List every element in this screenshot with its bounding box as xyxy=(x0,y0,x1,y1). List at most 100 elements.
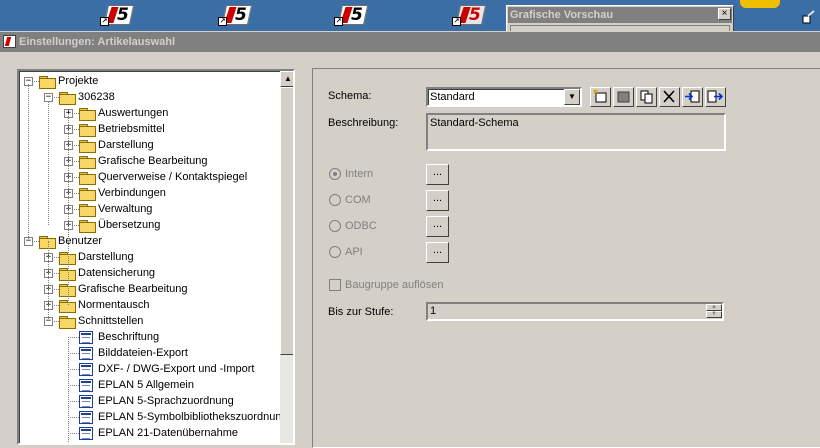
tree-leaf-item[interactable]: Beschriftung xyxy=(20,329,278,345)
tree-folder-item[interactable]: + Darstellung xyxy=(20,137,278,153)
tree-folder-item[interactable]: + Betriebsmittel xyxy=(20,121,278,137)
tree-connector xyxy=(48,241,49,321)
copy-schema-icon xyxy=(640,90,653,104)
tree-folder-item[interactable]: − Benutzer xyxy=(20,233,278,249)
folder-icon xyxy=(79,140,96,153)
folder-icon xyxy=(59,92,76,105)
radio-odbc-label: ODBC xyxy=(345,220,377,232)
schema-label: Schema: xyxy=(328,90,372,102)
export-schema-icon xyxy=(707,90,724,103)
scroll-up-button[interactable]: ▲ xyxy=(280,71,293,87)
tree-folder-item[interactable]: + Verwaltung xyxy=(20,201,278,217)
import-schema-button[interactable] xyxy=(682,87,703,107)
schema-select[interactable]: Standard ▼ xyxy=(426,87,582,107)
eplan5-shortcut-icon[interactable]: 5 ↗ xyxy=(334,4,369,28)
tree-connector xyxy=(68,337,79,338)
new-schema-button[interactable] xyxy=(590,87,611,107)
folder-icon xyxy=(79,204,96,217)
export-schema-button[interactable] xyxy=(705,87,726,107)
tree-connector xyxy=(68,337,69,443)
tree-folder-item[interactable]: + Grafische Bearbeitung xyxy=(20,153,278,169)
document-icon xyxy=(79,379,93,392)
tree-item-label: Schnittstellen xyxy=(78,315,144,327)
tree-item-label: Querverweise / Kontaktspiegel xyxy=(98,171,248,183)
tree-folder-item[interactable]: + Querverweise / Kontaktspiegel xyxy=(20,169,278,185)
tree-folder-item[interactable]: + Datensicherung xyxy=(20,265,278,281)
tree-item-label: Datensicherung xyxy=(78,267,156,279)
tree-leaf-item[interactable]: DXF- / DWG-Export und -Import xyxy=(20,361,278,377)
folder-icon xyxy=(79,172,96,185)
browse-intern-button[interactable]: ... xyxy=(426,164,449,185)
tree-item-label: Betriebsmittel xyxy=(98,123,165,135)
eplan5-shortcut-icon[interactable]: 5 ↗ xyxy=(218,4,253,28)
eplan5-shortcut-icon[interactable]: 5 ↗ xyxy=(452,4,487,28)
tree-folder-item[interactable]: + Darstellung xyxy=(20,249,278,265)
tree-leaf-item[interactable]: EPLAN 21-Datenübernahme xyxy=(20,425,278,441)
tree-item-label: Auswertungen xyxy=(98,107,169,119)
scroll-thumb[interactable] xyxy=(280,87,293,355)
tree-item-label: Beschriftung xyxy=(98,331,160,343)
window-titlebar[interactable]: Einstellungen: Artikelauswahl xyxy=(0,31,820,52)
tree-connector xyxy=(68,369,79,370)
tree-item-label: Projekte xyxy=(58,75,99,87)
tree-item-label: EPLAN 5 Allgemein xyxy=(98,379,194,391)
save-schema-icon xyxy=(617,91,630,103)
tree-folder-item[interactable]: − Projekte xyxy=(20,73,278,89)
tree-leaf-item[interactable]: EPLAN 5-Symbolbibliothekszuordnung xyxy=(20,409,280,425)
tree-folder-item[interactable]: + Grafische Bearbeitung xyxy=(20,281,278,297)
vertical-scrollbar[interactable]: ▲ xyxy=(280,71,293,443)
desktop-icon-partial[interactable] xyxy=(740,0,780,8)
folder-icon xyxy=(79,108,96,121)
tree-connector xyxy=(28,84,29,241)
tree-leaf-item[interactable]: Bilddateien-Export xyxy=(20,345,278,361)
tree-folder-item[interactable]: + Verbindungen xyxy=(20,185,278,201)
browse-com-button[interactable]: ... xyxy=(426,190,449,211)
document-icon xyxy=(79,347,93,360)
radio-intern-label: Intern xyxy=(345,168,374,180)
eplan-app-icon xyxy=(3,35,16,48)
level-stepper[interactable]: 1 ▲ ▼ xyxy=(426,302,724,321)
tree-connector xyxy=(48,101,49,225)
level-label: Bis zur Stufe: xyxy=(328,306,394,318)
tree-leaf-item[interactable]: EPLAN 5-Sprachzuordnung xyxy=(20,393,278,409)
description-label: Beschreibung: xyxy=(328,117,399,129)
tree-folder-item[interactable]: + Normentausch xyxy=(20,297,278,313)
radio-api xyxy=(329,246,341,258)
tree-item-label: EPLAN 5-Symbolbibliothekszuordnung xyxy=(98,411,280,423)
tree-folder-item[interactable]: − Schnittstellen xyxy=(20,313,278,329)
tree-item-label: Externe Bearbeitung (Funktionen) xyxy=(98,441,263,443)
copy-schema-button[interactable] xyxy=(636,87,657,107)
save-schema-button[interactable] xyxy=(613,87,634,107)
tree-item-label: Grafische Bearbeitung xyxy=(98,155,208,167)
tree-leaf-item[interactable]: Externe Bearbeitung (Funktionen) xyxy=(20,441,278,443)
folder-icon xyxy=(79,124,96,137)
tree-folder-item[interactable]: + Auswertungen xyxy=(20,105,278,121)
assembly-checkbox xyxy=(329,279,341,291)
tree-item-label: Bilddateien-Export xyxy=(98,347,188,359)
tree-leaf-item[interactable]: EPLAN 5 Allgemein xyxy=(20,377,278,393)
chevron-down-icon[interactable]: ▼ xyxy=(564,89,580,105)
document-icon xyxy=(79,427,93,440)
browse-odbc-button[interactable]: ... xyxy=(426,216,449,237)
close-icon[interactable]: × xyxy=(718,8,731,20)
tree-item-label: Verwaltung xyxy=(98,203,153,215)
tree-item-label: Verbindungen xyxy=(98,187,166,199)
radio-com xyxy=(329,194,341,206)
delete-schema-button[interactable] xyxy=(659,87,680,107)
tool-shortcut-icon[interactable] xyxy=(802,10,816,24)
eplan5-shortcut-icon[interactable]: 5 ↗ xyxy=(100,4,135,28)
description-field[interactable]: Standard-Schema xyxy=(426,113,726,151)
tree-connector xyxy=(68,116,69,305)
stepper-down-icon[interactable]: ▼ xyxy=(706,311,722,318)
settings-tree[interactable]: − Projekte −306238 + Auswertungen + Betriebsmi… xyxy=(17,69,295,445)
stepper-up-icon[interactable]: ▲ xyxy=(706,304,722,311)
tree-folder-item[interactable]: −306238 xyxy=(20,89,278,105)
tree-item-label: DXF- / DWG-Export und -Import xyxy=(98,363,255,375)
preview-window[interactable]: Grafische Vorschau × xyxy=(506,5,734,31)
tree-connector xyxy=(68,433,79,434)
folder-icon xyxy=(79,188,96,201)
folder-icon xyxy=(59,300,76,313)
tree-connector xyxy=(68,417,79,418)
browse-api-button[interactable]: ... xyxy=(426,242,449,263)
tree-folder-item[interactable]: + Übersetzung xyxy=(20,217,278,233)
